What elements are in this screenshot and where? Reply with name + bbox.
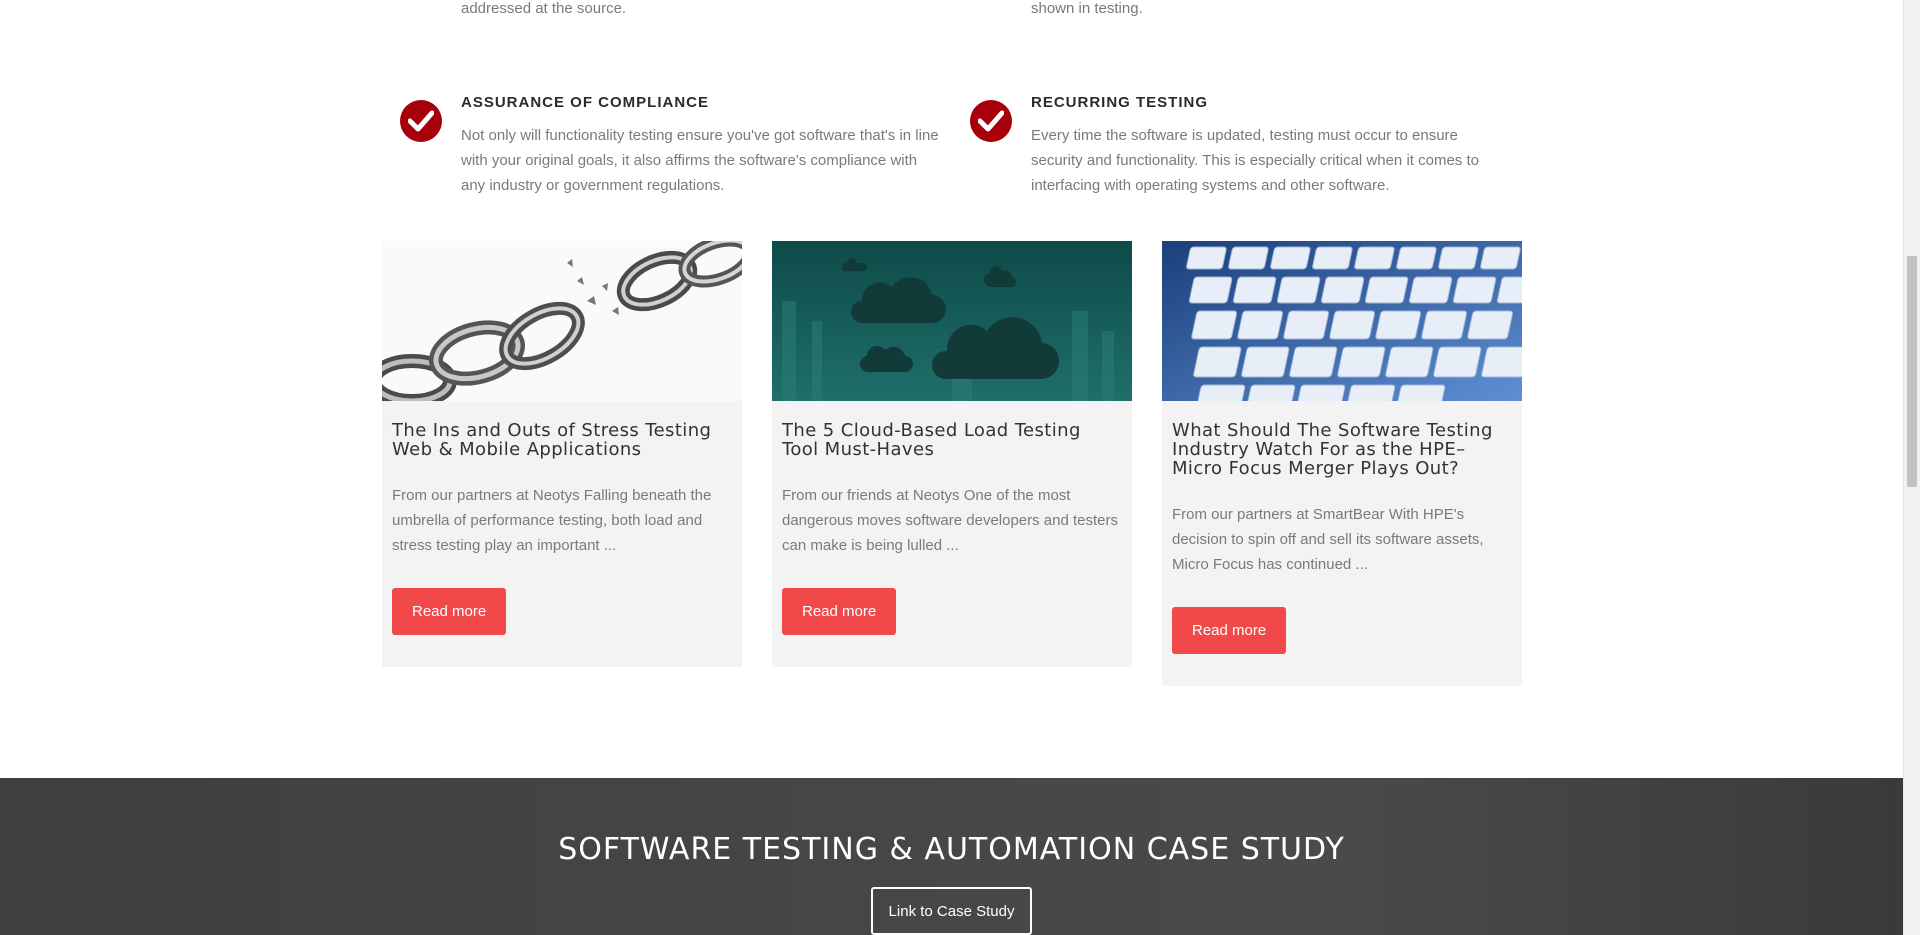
vertical-scrollbar[interactable] [1903, 0, 1920, 935]
scrollbar-thumb[interactable] [1907, 256, 1917, 487]
broken-chain-image[interactable] [382, 241, 742, 401]
check-circle-icon [970, 100, 1012, 142]
feature-title: ASSURANCE OF COMPLIANCE [461, 94, 710, 111]
previous-feature-text-fragment: shown in testing. [1031, 0, 1143, 17]
read-more-button[interactable]: Read more [392, 588, 507, 635]
feature-description: Every time the software is updated, test… [1031, 127, 1479, 194]
previous-feature-text-fragment: addressed at the source. [461, 0, 627, 17]
blog-post-card: What Should The Software Testing Industr… [1162, 241, 1522, 686]
read-more-button[interactable]: Read more [782, 588, 897, 635]
post-title[interactable]: The Ins and Outs of Stress Testing Web &… [392, 421, 732, 459]
blog-post-card: The Ins and Outs of Stress Testing Web &… [382, 241, 742, 667]
post-excerpt: From our friends at Neotys One of the mo… [782, 487, 1119, 554]
post-excerpt: From our partners at Neotys Falling bene… [392, 487, 712, 554]
page: addressed at the source. shown in testin… [0, 0, 1903, 935]
case-study-banner: SOFTWARE TESTING & AUTOMATION CASE STUDY… [0, 778, 1903, 935]
clouds-image[interactable] [772, 241, 1132, 401]
feature-description: Not only will functionality testing ensu… [461, 127, 939, 194]
post-title[interactable]: What Should The Software Testing Industr… [1172, 421, 1512, 478]
case-study-title: SOFTWARE TESTING & AUTOMATION CASE STUDY [558, 832, 1345, 867]
case-study-link-button[interactable]: Link to Case Study [871, 887, 1032, 935]
check-circle-icon [400, 100, 442, 142]
read-more-button[interactable]: Read more [1172, 607, 1287, 654]
post-excerpt: From our partners at SmartBear With HPE'… [1172, 506, 1484, 573]
blog-post-card: The 5 Cloud-Based Load Testing Tool Must… [772, 241, 1132, 667]
keyboard-image[interactable] [1162, 241, 1522, 401]
feature-title: RECURRING TESTING [1031, 94, 1209, 111]
post-title[interactable]: The 5 Cloud-Based Load Testing Tool Must… [782, 421, 1122, 459]
